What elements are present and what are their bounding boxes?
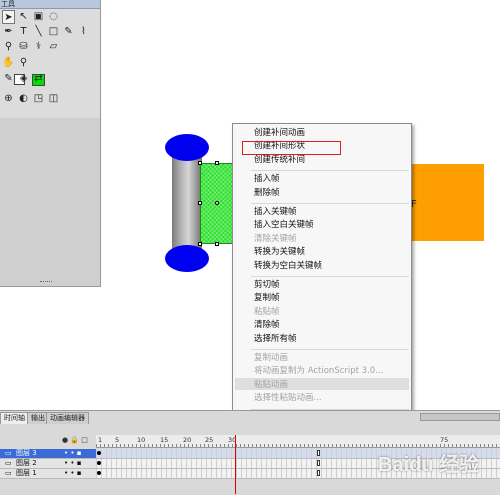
layer-row[interactable]: ▭ 图层 1 • • ▪ <box>0 469 96 479</box>
eraser-icon[interactable]: ▱ <box>47 40 60 54</box>
layer-visibility-lock-toggles[interactable]: • • ▪ <box>64 469 81 478</box>
end-frame-marker[interactable] <box>317 470 320 476</box>
layer-row[interactable]: ▭ 图层 2 • • ▪ <box>0 459 96 469</box>
orange-rectangle-shape[interactable] <box>410 164 484 241</box>
zoom-icon[interactable]: ⚲ <box>17 56 30 70</box>
menu-item[interactable]: 清除帧 <box>254 320 280 331</box>
annotation-red-box <box>242 141 341 155</box>
watermark: Baidu 经验 <box>378 454 480 476</box>
tools-panel-titlebar[interactable]: 工具 <box>0 0 100 9</box>
tools-row: ➤ ↖ ▣ ◌ <box>0 10 100 26</box>
menu-item[interactable]: 创建传统补间 <box>254 155 305 166</box>
rectangle-icon[interactable]: □ <box>47 25 60 39</box>
arrow-select-icon[interactable]: ➤ <box>2 10 15 24</box>
playhead[interactable] <box>235 435 236 494</box>
selection-handle[interactable] <box>198 242 202 246</box>
hand-icon[interactable]: ✋ <box>2 56 15 70</box>
end-frame-marker[interactable] <box>317 450 320 456</box>
layer-visibility-lock-toggles[interactable]: • • ▪ <box>64 459 81 468</box>
menu-item[interactable]: 转换为关键帧 <box>254 247 305 258</box>
transform-center-point[interactable] <box>215 201 219 205</box>
selection-handle[interactable] <box>198 201 202 205</box>
layer-header-icons[interactable]: ● 🔒 □ <box>62 436 88 444</box>
fill-color-icon[interactable]: ◈ <box>17 72 45 86</box>
tools-row: ✒ T ╲ □ ✎ ⌇ <box>0 25 100 41</box>
tools-panel-empty-area <box>0 118 100 286</box>
smooth-icon[interactable]: ◐ <box>17 92 30 106</box>
menu-item: 将动画复制为 ActionScript 3.0... <box>254 366 384 377</box>
keyframe-dot[interactable] <box>97 451 101 455</box>
tools-row: ⊕ ◐ ◳ ◫ <box>0 92 100 108</box>
panel-resize-grip[interactable] <box>40 281 52 284</box>
ruler-number: 75 <box>440 436 449 444</box>
tools-row: ⚲ ⛁ ⚕ ▱ <box>0 40 100 56</box>
menu-item[interactable]: 创建补间动画 <box>254 128 305 139</box>
menu-item: 复制动画 <box>254 353 289 363</box>
menu-item[interactable]: 复制帧 <box>254 293 280 304</box>
menu-item[interactable]: 剪切帧 <box>254 280 280 291</box>
tools-panel-title: 工具 <box>1 0 15 8</box>
transform-icon[interactable]: ▣ <box>32 10 45 24</box>
option-icon[interactable]: ◫ <box>47 92 60 106</box>
pen-icon[interactable]: ✒ <box>2 25 15 39</box>
menu-item[interactable]: 转换为空白关键帧 <box>254 261 322 272</box>
menu-item: 粘贴帧 <box>254 306 280 317</box>
menu-separator <box>251 349 409 350</box>
layer-visibility-lock-toggles[interactable]: • • ▪ <box>64 449 81 458</box>
layer-name: 图层 1 <box>16 469 37 477</box>
layer-icon: ▭ <box>5 469 12 477</box>
text-icon[interactable]: T <box>17 25 30 39</box>
tools-row: ✋ ⚲ <box>0 56 100 72</box>
menu-item[interactable]: 插入空白关键帧 <box>254 220 314 231</box>
eyedropper-icon[interactable]: ⚕ <box>32 40 45 54</box>
cylinder-top-ellipse[interactable] <box>165 134 209 161</box>
menu-separator <box>251 276 409 277</box>
tools-row: ✎ ◈ ⇄ <box>0 72 100 88</box>
tab-motion-editor[interactable]: 动画编辑器 <box>46 412 89 424</box>
layer-name: 图层 2 <box>16 459 37 467</box>
selection-handle[interactable] <box>215 242 219 246</box>
subselect-icon[interactable]: ↖ <box>17 10 30 24</box>
bone-icon[interactable]: ⚲ <box>2 40 15 54</box>
ruler-number: 1 <box>98 436 103 444</box>
ruler-number: 15 <box>160 436 169 444</box>
selection-handle[interactable] <box>215 161 219 165</box>
snap-icon[interactable]: ⊕ <box>2 92 15 106</box>
menu-item[interactable]: 插入关键帧 <box>254 207 297 218</box>
menu-separator <box>251 170 409 172</box>
ruler-number: 10 <box>137 436 146 444</box>
brush-icon[interactable]: ⌇ <box>77 25 90 39</box>
layer-icon: ▭ <box>5 459 12 467</box>
keyframe-dot[interactable] <box>97 471 101 475</box>
lasso-icon[interactable]: ◌ <box>47 10 60 24</box>
end-frame-marker[interactable] <box>317 460 320 466</box>
layer-name: 图层 3 <box>16 449 37 457</box>
ruler-number: 5 <box>115 436 120 444</box>
menu-item: 清除关键帧 <box>254 233 297 244</box>
layer-row[interactable]: ▭ 图层 3 • • ▪ <box>0 449 96 459</box>
line-icon[interactable]: ╲ <box>32 25 45 39</box>
swap-colors-icon[interactable]: ⇄ <box>32 72 45 86</box>
paint-bucket-icon[interactable]: ⛁ <box>17 40 30 54</box>
menu-item: 选择性粘贴动画... <box>254 393 322 404</box>
menu-item[interactable]: 插入帧 <box>254 174 280 185</box>
ruler-number: 20 <box>183 436 192 444</box>
menu-item[interactable]: 选择所有帧 <box>254 334 297 345</box>
stroke-color-icon[interactable]: ✎ <box>2 72 25 86</box>
selection-handle[interactable] <box>198 161 202 165</box>
green-rectangle-shape[interactable] <box>198 161 236 246</box>
cylinder-bottom-ellipse[interactable] <box>165 245 209 272</box>
tab-timeline[interactable]: 时间轴 <box>0 412 29 424</box>
ruler-number: 25 <box>205 436 214 444</box>
menu-item[interactable]: 删除帧 <box>254 188 280 199</box>
layer-icon: ▭ <box>5 449 12 457</box>
menu-separator <box>251 203 409 204</box>
menu-item: 粘贴动画 <box>254 379 289 390</box>
timeline-scrollbar[interactable] <box>420 413 500 421</box>
frame-context-menu: 创建补间动画 创建补间形状 创建传统补间 插入帧 删除帧 插入关键帧 插入空白关键帧 清除关键… <box>232 123 412 457</box>
pencil-icon[interactable]: ✎ <box>62 25 75 39</box>
keyframe-dot[interactable] <box>97 461 101 465</box>
straighten-icon[interactable]: ◳ <box>32 92 45 106</box>
